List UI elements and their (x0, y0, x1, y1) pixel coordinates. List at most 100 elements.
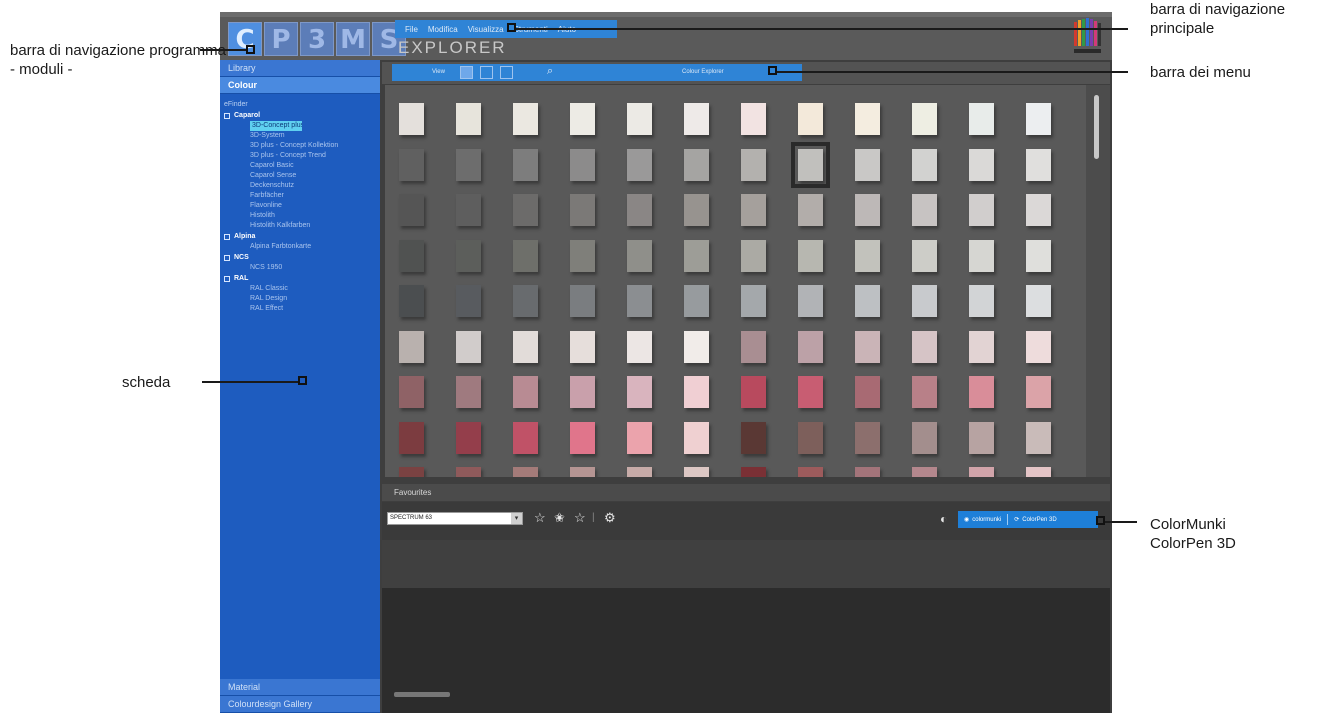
colour-swatch[interactable] (969, 103, 994, 135)
menu-item-edit[interactable]: Modifica (428, 25, 458, 34)
colour-swatch[interactable] (741, 103, 766, 135)
colour-swatch[interactable] (627, 239, 652, 272)
colour-swatch[interactable] (684, 421, 709, 454)
colour-swatch[interactable] (855, 239, 880, 272)
star-outline-icon[interactable]: ☆ (574, 510, 586, 526)
colour-swatch[interactable] (912, 376, 937, 408)
tree-item[interactable]: Histolith (224, 211, 376, 221)
colour-swatch[interactable] (684, 239, 709, 272)
tree-group-alpina[interactable]: Alpina (224, 231, 376, 242)
colour-swatch[interactable] (456, 421, 481, 454)
tree-item[interactable]: Deckenschutz (224, 181, 376, 191)
colour-swatch[interactable] (969, 285, 994, 317)
colour-swatch[interactable] (855, 467, 880, 477)
colour-swatch[interactable] (684, 467, 709, 477)
colour-swatch[interactable] (855, 330, 880, 363)
colour-swatch[interactable] (399, 330, 424, 363)
collapse-box-icon[interactable] (224, 275, 230, 282)
colour-swatch[interactable] (456, 467, 481, 477)
tree-item[interactable]: Alpina Farbtonkarte (224, 242, 376, 252)
tree-item[interactable]: Flavonline (224, 201, 376, 211)
colour-swatch[interactable] (456, 376, 481, 408)
module-m-button[interactable]: M (336, 22, 370, 56)
colour-swatch[interactable] (741, 421, 766, 454)
gear-icon[interactable]: ⚙ (604, 510, 616, 526)
tree-item[interactable]: NCS 1950 (224, 263, 376, 273)
colour-swatch[interactable] (798, 376, 823, 408)
colour-swatch[interactable] (798, 467, 823, 477)
colour-swatch[interactable] (570, 103, 595, 135)
colour-swatch[interactable] (969, 330, 994, 363)
colour-swatch[interactable] (399, 148, 424, 181)
colour-swatch[interactable] (741, 330, 766, 363)
star-half-icon[interactable]: ✬ (554, 510, 565, 526)
colour-swatch[interactable] (399, 103, 424, 135)
colour-swatch[interactable] (456, 285, 481, 317)
module-p-button[interactable]: P (264, 22, 298, 56)
sidebar-header-library[interactable]: Library (220, 60, 380, 77)
colour-swatch[interactable] (570, 330, 595, 363)
tree-item-selected[interactable]: 3D-Concept plus (250, 121, 302, 131)
colour-swatch[interactable] (912, 421, 937, 454)
colour-swatch[interactable] (1026, 194, 1051, 226)
menu-item-file[interactable]: File (405, 25, 418, 34)
sidebar-header-colour[interactable]: Colour (220, 77, 380, 94)
colour-swatch[interactable] (1026, 421, 1051, 454)
tree-item[interactable]: Caparol Basic (224, 161, 376, 171)
colour-swatch[interactable] (1026, 239, 1051, 272)
colour-swatch[interactable] (1026, 285, 1051, 317)
colour-swatch[interactable] (513, 330, 538, 363)
tree-item[interactable]: RAL Classic (224, 284, 376, 294)
colour-swatch[interactable] (912, 330, 937, 363)
colour-swatch[interactable] (969, 239, 994, 272)
colour-swatch[interactable] (741, 467, 766, 477)
colour-swatch[interactable] (399, 467, 424, 477)
colour-swatch[interactable] (798, 103, 823, 135)
tree-item[interactable]: Farbfächer (224, 191, 376, 201)
colour-swatch[interactable] (513, 467, 538, 477)
list-view-icon[interactable] (500, 66, 513, 79)
colour-swatch[interactable] (570, 285, 595, 317)
colour-swatch[interactable] (456, 330, 481, 363)
tree-item[interactable]: RAL Design (224, 294, 376, 304)
module-3-button[interactable]: 3 (300, 22, 334, 56)
colour-swatch[interactable] (513, 421, 538, 454)
search-icon[interactable]: ⌕ (547, 65, 553, 78)
colour-swatch[interactable] (1026, 376, 1051, 408)
colour-swatch[interactable] (399, 421, 424, 454)
sidebar-header-material[interactable]: Material (220, 679, 380, 696)
collapse-box-icon[interactable] (224, 112, 230, 119)
colour-swatch[interactable] (627, 376, 652, 408)
colour-swatch[interactable] (399, 376, 424, 408)
colour-swatch[interactable] (513, 376, 538, 408)
colour-swatch[interactable] (456, 148, 481, 181)
large-view-icon[interactable] (480, 66, 493, 79)
colour-swatch[interactable] (912, 194, 937, 226)
colour-swatch[interactable] (684, 148, 709, 181)
collapse-box-icon[interactable] (224, 233, 230, 240)
tree-group-ncs[interactable]: NCS (224, 252, 376, 263)
colour-swatch[interactable] (969, 376, 994, 408)
colour-swatch[interactable] (798, 239, 823, 272)
colour-swatch[interactable] (627, 421, 652, 454)
colour-swatch[interactable] (1026, 467, 1051, 477)
colour-swatch[interactable] (798, 285, 823, 317)
colour-swatch[interactable] (684, 194, 709, 226)
tree-group-caparol[interactable]: Caparol (224, 110, 376, 121)
colour-swatch[interactable] (855, 376, 880, 408)
colour-swatch[interactable] (513, 148, 538, 181)
colour-swatch[interactable] (570, 467, 595, 477)
colour-swatch[interactable] (513, 239, 538, 272)
colorpen-button[interactable]: ⟳ ColorPen 3D (1008, 516, 1062, 524)
colour-swatch[interactable] (1026, 330, 1051, 363)
tree-item[interactable]: 3D plus - Concept Trend (224, 151, 376, 161)
colour-swatch[interactable] (969, 467, 994, 477)
colour-swatch[interactable] (969, 148, 994, 181)
colour-swatch[interactable] (855, 103, 880, 135)
colour-swatch[interactable] (456, 103, 481, 135)
swatch-scrollbar[interactable] (1086, 85, 1110, 477)
moon-icon[interactable]: ◐ (940, 512, 947, 526)
colour-swatch[interactable] (570, 148, 595, 181)
colour-swatch[interactable] (513, 285, 538, 317)
colour-swatch[interactable] (570, 239, 595, 272)
